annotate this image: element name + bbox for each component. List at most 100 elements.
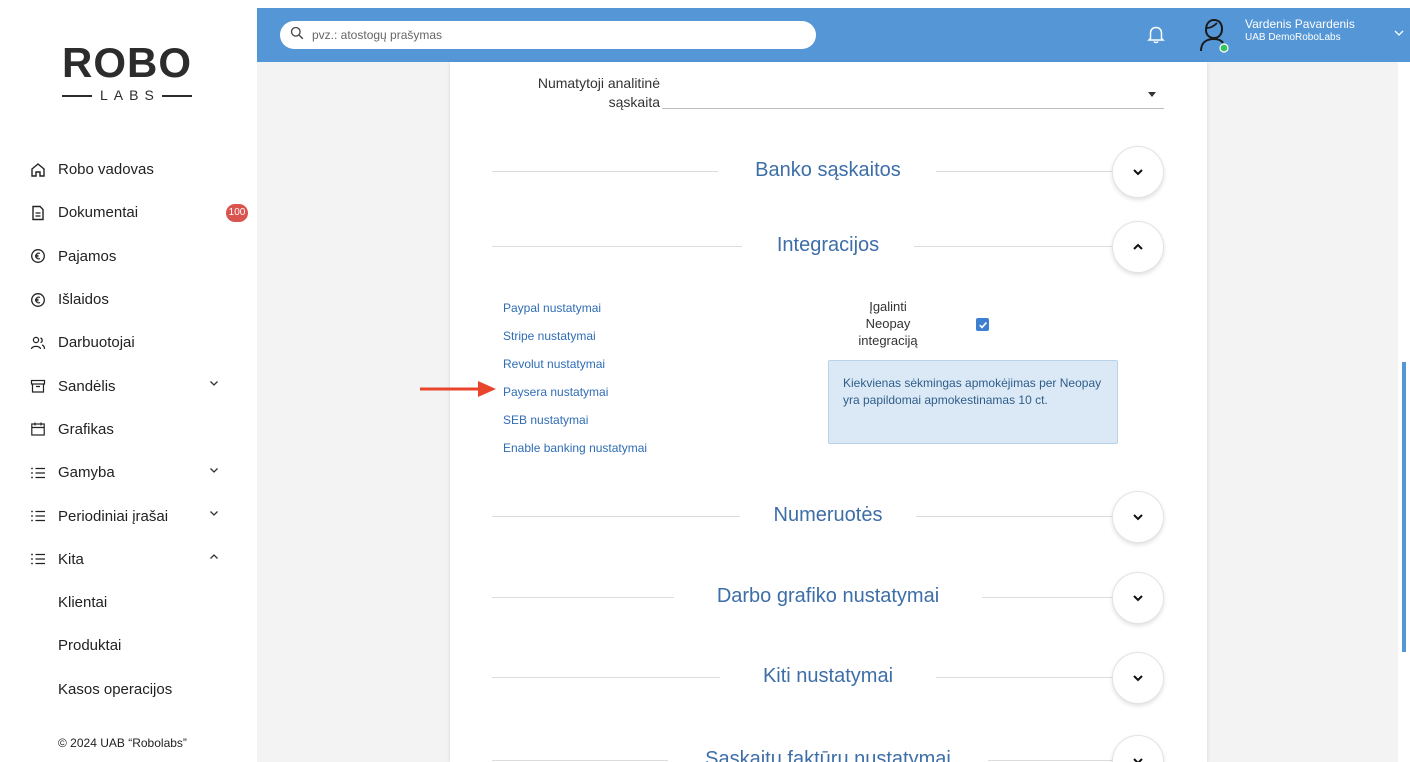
sidebar-item-kita[interactable]: Kita	[30, 538, 257, 581]
search-icon	[290, 26, 304, 45]
section-divider	[916, 516, 1112, 517]
section-divider	[936, 171, 1112, 172]
logo-line-left	[62, 95, 92, 97]
sidebar-item-label: Kita	[58, 550, 84, 568]
app-root: ROBO LABS Robo vadovas Dokumentai 100 Pa…	[0, 0, 1410, 762]
expand-numbering-button[interactable]	[1112, 491, 1164, 543]
expense-coin-icon	[30, 292, 46, 308]
integration-links: Paypal nustatymai Stripe nustatymai Revo…	[503, 294, 723, 462]
analytic-account-select[interactable]	[662, 108, 1164, 109]
section-invoice-settings: Sąskaitų faktūrų nustatymai	[492, 735, 1164, 762]
section-divider	[936, 677, 1112, 678]
sidebar-subitem-kasos-operacijos[interactable]: Kasos operacijos	[30, 668, 257, 711]
sidebar-item-dokumentai[interactable]: Dokumentai 100	[30, 191, 257, 234]
logo-line-right	[162, 95, 192, 97]
expand-other-settings-button[interactable]	[1112, 652, 1164, 704]
paypal-settings-link[interactable]: Paypal nustatymai	[503, 294, 723, 322]
scrollbar-thumb[interactable]	[1402, 362, 1406, 652]
chevron-down-icon	[1133, 595, 1143, 602]
sidebar-subitem-produktai[interactable]: Produktai	[30, 624, 257, 667]
section-numbering: Numeruotės	[492, 491, 1164, 543]
caret-down-icon[interactable]	[1148, 84, 1156, 97]
sidebar-item-label: Periodiniai įrašai	[58, 507, 169, 525]
chevron-down-icon	[1133, 169, 1143, 176]
page-scrollbar[interactable]	[1398, 62, 1410, 762]
chevron-up-icon	[1133, 243, 1143, 250]
sidebar-item-periodiniai-irasai[interactable]: Periodiniai įrašai	[30, 494, 257, 537]
settings-card: Numatytoji analitinė sąskaita Banko sąsk…	[450, 62, 1207, 762]
paysera-settings-link[interactable]: Paysera nustatymai	[503, 378, 723, 406]
sidebar-subitem-klientai[interactable]: Klientai	[30, 581, 257, 624]
checkmark-icon	[978, 321, 987, 329]
user-avatar[interactable]	[1197, 17, 1231, 53]
neopay-enable-checkbox[interactable]	[976, 318, 989, 331]
sidebar-item-label: Grafikas	[58, 420, 114, 438]
chevron-down-icon	[1133, 514, 1143, 521]
expand-bank-accounts-button[interactable]	[1112, 146, 1164, 198]
chevron-down-icon	[208, 506, 220, 518]
section-integrations: Integracijos	[492, 221, 1164, 273]
sidebar-item-islaidos[interactable]: Išlaidos	[30, 278, 257, 321]
expand-work-schedule-button[interactable]	[1112, 572, 1164, 624]
sidebar-subitem-label: Kasos operacijos	[58, 680, 173, 698]
analytic-account-label: Numatytoji analitinė sąskaita	[450, 74, 660, 112]
logo-sub-text: LABS	[100, 87, 160, 103]
section-divider	[982, 597, 1112, 598]
chevron-down-icon	[208, 463, 220, 475]
search-bar[interactable]	[280, 21, 816, 49]
neopay-label-line2: Neopay	[865, 316, 911, 331]
section-divider	[914, 246, 1112, 247]
sidebar-subitem-label: Produktai	[58, 637, 122, 655]
stripe-settings-link[interactable]: Stripe nustatymai	[503, 322, 723, 350]
section-title: Integracijos	[776, 234, 880, 256]
document-icon	[30, 205, 46, 221]
neopay-enable-label: Įgalinti Neopay integraciją	[828, 298, 948, 349]
neopay-label-line3: integraciją	[858, 333, 918, 348]
users-icon	[30, 335, 46, 351]
chevron-down-icon	[1133, 675, 1143, 682]
sidebar-item-sandelis[interactable]: Sandėlis	[30, 364, 257, 407]
chevron-down-icon	[208, 376, 220, 388]
chevron-down-icon[interactable]	[1393, 26, 1405, 38]
robolabs-logo[interactable]: ROBO LABS	[62, 42, 192, 102]
annotation-arrow-icon	[418, 378, 500, 400]
seb-settings-link[interactable]: SEB nustatymai	[503, 406, 723, 434]
logo-subline: LABS	[62, 88, 192, 102]
sidebar-subitem-label: Klientai	[58, 594, 108, 612]
enable-banking-settings-link[interactable]: Enable banking nustatymai	[503, 434, 723, 462]
sidebar-item-robo-vadovas[interactable]: Robo vadovas	[30, 148, 257, 191]
income-coin-icon	[30, 248, 46, 264]
user-company: UAB DemoRoboLabs	[1245, 32, 1341, 43]
neopay-label-line1: Įgalinti	[869, 299, 907, 314]
section-title: Banko sąskaitos	[755, 159, 901, 181]
revolut-settings-link[interactable]: Revolut nustatymai	[503, 350, 723, 378]
sidebar-item-label: Išlaidos	[58, 291, 109, 309]
chevron-up-icon	[208, 550, 220, 562]
top-header: Vardenis Pavardenis UAB DemoRoboLabs	[257, 8, 1410, 62]
sidebar-item-label: Pajamos	[58, 247, 117, 265]
logo-wordmark: ROBO	[62, 39, 192, 86]
copyright-text: © 2024 UAB “Robolabs”	[58, 736, 187, 750]
section-title: Darbo grafiko nustatymai	[716, 585, 940, 607]
section-bank-accounts: Banko sąskaitos	[492, 146, 1164, 198]
collapse-integrations-button[interactable]	[1112, 221, 1164, 273]
sidebar-item-label: Robo vadovas	[58, 161, 154, 179]
sidebar-item-label: Darbuotojai	[58, 334, 135, 352]
sidebar-item-gamyba[interactable]: Gamyba	[30, 451, 257, 494]
user-name[interactable]: Vardenis Pavardenis	[1245, 17, 1355, 31]
sidebar-item-label: Gamyba	[58, 464, 115, 482]
list-icon	[30, 551, 46, 567]
sidebar: ROBO LABS Robo vadovas Dokumentai 100 Pa…	[0, 0, 257, 762]
sidebar-item-darbuotojai[interactable]: Darbuotojai	[30, 321, 257, 364]
analytic-account-label-line1: Numatytoji analitinė	[537, 75, 660, 91]
sidebar-item-grafikas[interactable]: Grafikas	[30, 408, 257, 451]
expand-invoice-settings-button[interactable]	[1112, 735, 1164, 762]
section-title: Kiti nustatymai	[762, 665, 894, 687]
sidebar-nav: Robo vadovas Dokumentai 100 Pajamos Išla…	[30, 148, 257, 711]
sidebar-item-pajamos[interactable]: Pajamos	[30, 235, 257, 278]
warehouse-box-icon	[30, 378, 46, 394]
notification-bell-icon[interactable]	[1145, 23, 1167, 45]
search-input[interactable]	[312, 28, 792, 42]
section-divider	[988, 760, 1112, 761]
home-icon	[30, 162, 46, 178]
